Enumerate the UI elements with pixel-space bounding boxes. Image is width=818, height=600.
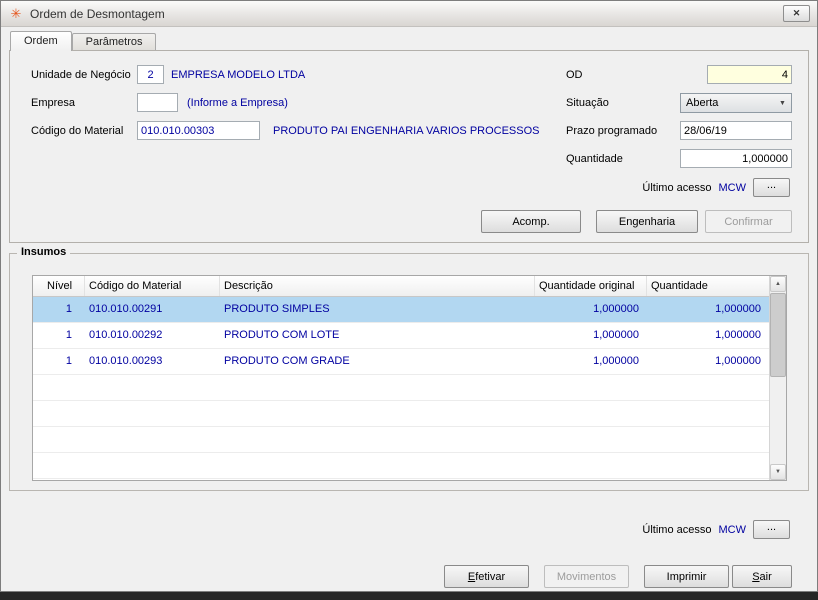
cell-nivel: 1: [65, 329, 72, 341]
window-title: Ordem de Desmontagem: [30, 6, 165, 21]
ultimo-acesso-more-button[interactable]: ...: [753, 520, 790, 539]
cell-quantidade-original: 1,000000: [593, 329, 639, 341]
tab-page-ordem: [9, 50, 809, 243]
cell-codigo: 010.010.00292: [89, 329, 163, 341]
grid-header: Nível Código do Material Descrição Quant…: [33, 276, 786, 297]
button-label-rest: fetivar: [475, 570, 506, 583]
column-header-quantidade-original[interactable]: Quantidade original: [535, 276, 647, 296]
table-row-empty: [33, 427, 786, 453]
column-header-nivel[interactable]: Nível: [33, 276, 85, 296]
button-label-key: S: [752, 570, 760, 583]
table-row-empty: [33, 401, 786, 427]
cell-quantidade: 1,000000: [715, 303, 761, 315]
table-row[interactable]: 1 010.010.00293 PRODUTO COM GRADE 1,0000…: [33, 349, 786, 375]
cell-codigo: 010.010.00291: [89, 303, 163, 315]
cell-quantidade-original: 1,000000: [593, 355, 639, 367]
button-label-rest: air: [759, 570, 772, 583]
column-header-codigo[interactable]: Código do Material: [85, 276, 220, 296]
cell-descricao: PRODUTO COM GRADE: [224, 355, 350, 367]
column-header-descricao[interactable]: Descrição: [220, 276, 535, 296]
insumos-title: Insumos: [17, 246, 71, 258]
ultimo-acesso-value: MCW: [718, 523, 747, 536]
sair-button[interactable]: Sair: [732, 565, 792, 588]
cell-descricao: PRODUTO SIMPLES: [224, 303, 330, 315]
close-button[interactable]: ✕: [783, 5, 810, 22]
table-row[interactable]: 1 010.010.00291 PRODUTO SIMPLES 1,000000…: [33, 297, 786, 323]
window-bottom-edge: [0, 592, 818, 600]
titlebar[interactable]: ✳ Ordem de Desmontagem ✕: [1, 1, 817, 27]
scrollbar-thumb[interactable]: [770, 293, 786, 377]
tab-parametros[interactable]: Parâmetros: [71, 33, 157, 50]
close-icon: ✕: [792, 8, 801, 18]
app-icon: ✳: [10, 5, 22, 21]
table-row-empty: [33, 453, 786, 479]
dialog-ordem-de-desmontagem: ✳ Ordem de Desmontagem ✕ Ordem Parâmetro…: [0, 0, 818, 592]
cell-quantidade: 1,000000: [715, 355, 761, 367]
cell-descricao: PRODUTO COM LOTE: [224, 329, 340, 341]
table-row-empty: [33, 375, 786, 401]
cell-codigo: 010.010.00293: [89, 355, 163, 367]
tab-strip: Ordem Parâmetros: [10, 31, 157, 51]
table-row[interactable]: 1 010.010.00292 PRODUTO COM LOTE 1,00000…: [33, 323, 786, 349]
movimentos-button: Movimentos: [544, 565, 629, 588]
cell-quantidade: 1,000000: [715, 329, 761, 341]
ultimo-acesso-bottom: Último acesso MCW ...: [642, 520, 790, 539]
efetivar-button[interactable]: Efetivar: [444, 565, 529, 588]
button-label-key: E: [467, 570, 476, 583]
cell-quantidade-original: 1,000000: [593, 303, 639, 315]
column-header-quantidade[interactable]: Quantidade: [647, 276, 769, 296]
insumos-grid: Nível Código do Material Descrição Quant…: [32, 275, 787, 481]
imprimir-button[interactable]: Imprimir: [644, 565, 729, 588]
scroll-down-icon[interactable]: ▼: [770, 464, 786, 480]
vertical-scrollbar[interactable]: ▲ ▼: [769, 276, 786, 480]
tab-ordem[interactable]: Ordem: [10, 31, 72, 51]
ultimo-acesso-label: Último acesso: [642, 523, 712, 536]
cell-nivel: 1: [65, 355, 72, 367]
scroll-up-icon[interactable]: ▲: [770, 276, 786, 292]
cell-nivel: 1: [65, 303, 72, 315]
